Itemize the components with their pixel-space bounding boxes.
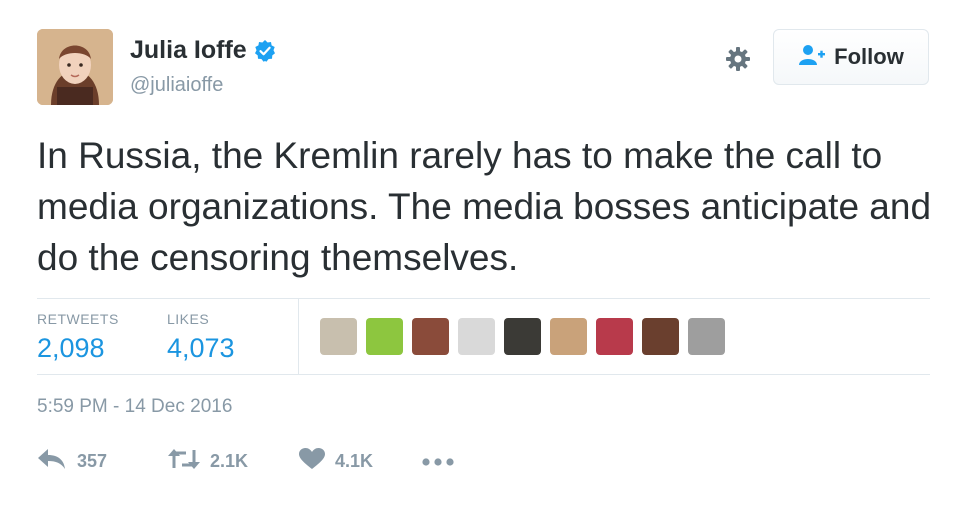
retweets-stat[interactable]: RETWEETS 2,098 [37, 311, 119, 364]
author-name-row: Julia Ioffe [130, 36, 277, 65]
likes-stat[interactable]: LIKES 4,073 [167, 311, 235, 364]
reply-icon [37, 448, 67, 475]
tweet-text: In Russia, the Kremlin rarely has to mak… [37, 135, 932, 278]
like-count: 4.1K [335, 451, 374, 471]
retweet-count: 2.1K [210, 451, 249, 471]
reply-button[interactable]: 357 [37, 448, 107, 475]
liker-avatar[interactable] [458, 318, 495, 355]
liker-avatar[interactable] [596, 318, 633, 355]
avatar-image [37, 29, 113, 105]
like-button[interactable]: 4.1K [299, 448, 373, 475]
display-name[interactable]: Julia Ioffe [130, 36, 247, 65]
likes-label: LIKES [167, 311, 210, 327]
liker-avatars [320, 318, 734, 355]
avatar[interactable] [37, 29, 113, 105]
retweets-value: 2,098 [37, 333, 105, 363]
liker-avatar[interactable] [550, 318, 587, 355]
follow-button-label: Follow [834, 44, 904, 69]
liker-avatar[interactable] [320, 318, 357, 355]
liker-avatar[interactable] [412, 318, 449, 355]
liker-avatar[interactable] [688, 318, 725, 355]
retweet-button[interactable]: 2.1K [168, 448, 248, 475]
stats-bottom-divider [37, 374, 930, 375]
heart-icon [299, 448, 325, 475]
follow-button[interactable]: Follow [773, 29, 929, 85]
retweet-icon [168, 448, 200, 475]
liker-avatar[interactable] [504, 318, 541, 355]
ellipsis-icon [422, 454, 454, 472]
gear-icon[interactable] [724, 45, 752, 73]
liker-avatar[interactable] [642, 318, 679, 355]
follow-user-icon [798, 44, 826, 71]
likes-value: 4,073 [167, 333, 235, 363]
liker-avatar[interactable] [366, 318, 403, 355]
more-options-button[interactable] [422, 454, 454, 472]
stats-separator [298, 299, 299, 374]
tweet-timestamp[interactable]: 5:59 PM - 14 Dec 2016 [37, 396, 232, 418]
tweet-stats: RETWEETS 2,098 LIKES 4,073 [37, 299, 930, 374]
reply-count: 357 [77, 451, 108, 471]
retweets-label: RETWEETS [37, 311, 119, 327]
verified-badge-icon [253, 39, 277, 63]
user-handle[interactable]: @juliaioffe [130, 74, 223, 97]
